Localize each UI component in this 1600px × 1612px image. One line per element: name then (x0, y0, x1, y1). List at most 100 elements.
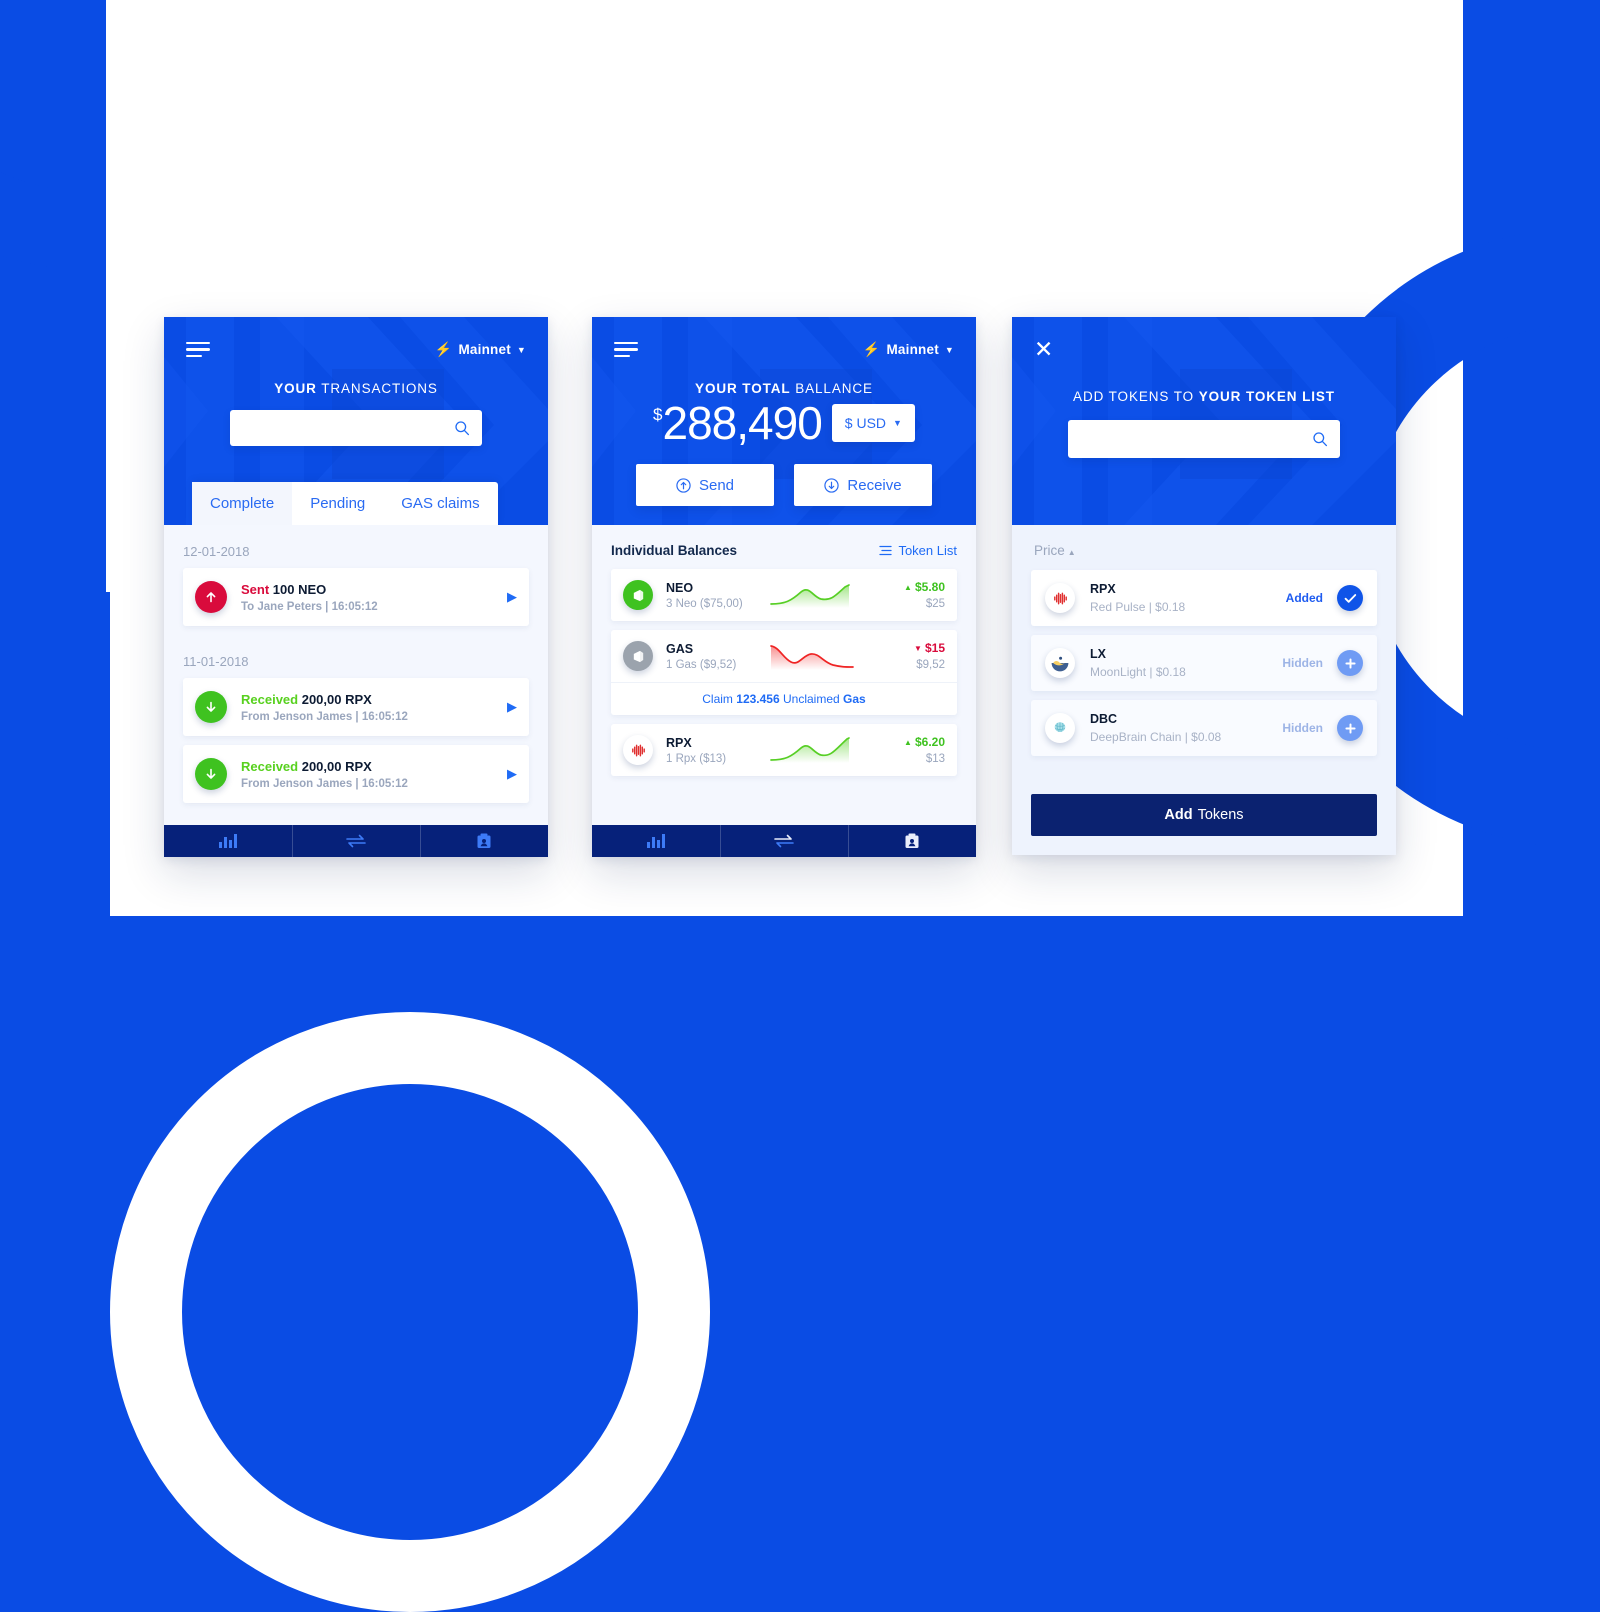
token-fiat: $9,52 (916, 659, 945, 671)
search-icon[interactable] (454, 420, 470, 436)
token-values: ▼ $15 $9,52 (879, 641, 945, 671)
close-icon[interactable]: ✕ (1034, 338, 1053, 361)
list-item[interactable]: DBC DeepBrain Chain | $0.08 Hidden (1031, 700, 1377, 756)
arrow-down-icon (195, 758, 227, 790)
status-badge: Added (1285, 591, 1323, 605)
token-delta-value: $6.20 (914, 735, 945, 749)
check-icon[interactable] (1337, 585, 1363, 611)
token-delta: ▲ $5.80 (879, 580, 945, 594)
transaction-text: Received 200,00 RPX From Jenson James | … (241, 759, 499, 790)
page-title-bold: YOUR TOKEN LIST (1198, 389, 1335, 404)
play-arrow-icon[interactable]: ▶ (507, 699, 517, 715)
caret-up-icon: ▲ (1067, 548, 1076, 557)
currency-symbol: $ (653, 405, 663, 424)
chevron-down-icon: ▼ (516, 344, 526, 355)
play-arrow-icon[interactable]: ▶ (507, 589, 517, 605)
price-sort-label: Price (1034, 543, 1065, 558)
search-box[interactable] (1068, 420, 1340, 458)
nav-contacts[interactable] (848, 825, 976, 857)
plus-icon[interactable] (1337, 715, 1363, 741)
transaction-meta: From Jenson James | 16:05:12 (241, 777, 408, 790)
address-book-icon (905, 833, 919, 848)
token-description: DeepBrain Chain | $0.08 (1090, 730, 1222, 744)
table-row[interactable]: Received 200,00 RPX From Jenson James | … (183, 745, 529, 803)
plus-icon[interactable] (1337, 650, 1363, 676)
arrow-up-circle-icon (676, 477, 691, 493)
nav-portfolio[interactable] (592, 825, 720, 857)
search-box[interactable] (230, 410, 482, 446)
tab-complete[interactable]: Complete (192, 482, 293, 525)
list-item[interactable]: RPX 1 Rpx ($13) ▲ $6.20 $13 (611, 724, 957, 776)
token-holdings: 1 Gas ($9,52) (666, 658, 737, 671)
list-item[interactable]: RPX Red Pulse | $0.18 Added (1031, 570, 1377, 626)
token-symbol: RPX (1090, 582, 1116, 596)
page-title-bold: YOUR TOTAL (695, 381, 791, 396)
network-selector[interactable]: ⚡ Mainnet ▼ (863, 341, 954, 358)
list-icon (879, 545, 893, 556)
add-tokens-button[interactable]: Add Tokens (1031, 794, 1377, 836)
table-row[interactable]: Received 200,00 RPX From Jenson James | … (183, 678, 529, 736)
list-item[interactable]: GAS 1 Gas ($9,52) ▼ $15 $9,52 Claim 123.… (611, 630, 957, 715)
total-balance: $ 288,490 (653, 400, 823, 446)
bolt-icon: ⚡ (862, 341, 881, 357)
network-selector[interactable]: ⚡ Mainnet ▼ (435, 341, 526, 358)
hamburger-icon[interactable] (614, 341, 638, 358)
token-row: NEO 3 Neo ($75,00) ▲ $5.80 $25 (611, 569, 957, 621)
table-row[interactable]: Sent 100 NEO To Jane Peters | 16:05:12 ▶ (183, 568, 529, 626)
status-badge: Hidden (1282, 721, 1323, 735)
token-sparkline (758, 735, 879, 765)
search-input[interactable] (242, 420, 454, 436)
page-title-rest: ADD TOKENS TO (1073, 389, 1199, 404)
tab-pending[interactable]: Pending (292, 482, 383, 525)
claim-post-label: Gas (843, 692, 866, 706)
moonlight-coin-icon (1045, 648, 1075, 678)
decorative-blue-left-block (0, 592, 110, 972)
nav-transfer[interactable] (292, 825, 420, 857)
transaction-counterparty: From Jenson James (241, 710, 353, 723)
bottom-navigation (164, 825, 548, 857)
search-input[interactable] (1080, 431, 1312, 447)
price-sort-control[interactable]: Price ▲ (1012, 525, 1396, 570)
transaction-time: 16:05:12 (361, 710, 408, 723)
send-receive-actions: Send Receive (592, 464, 976, 506)
nav-portfolio[interactable] (164, 825, 292, 857)
tab-gas-claims[interactable]: GAS claims (383, 482, 497, 525)
balance-header: ⚡ Mainnet ▼ YOUR TOTAL BALLANCE $ 288,49… (592, 317, 976, 525)
transaction-direction: Received (241, 758, 299, 774)
add-tokens-header: ✕ ADD TOKENS TO YOUR TOKEN LIST (1012, 317, 1396, 525)
send-button[interactable]: Send (636, 464, 774, 506)
transaction-text: Received 200,00 RPX From Jenson James | … (241, 692, 499, 723)
status-badge: Hidden (1282, 656, 1323, 670)
token-meta: RPX 1 Rpx ($13) (666, 736, 758, 765)
hamburger-icon[interactable] (186, 341, 210, 358)
rpx-coin-icon (623, 735, 653, 765)
search-container (164, 410, 548, 446)
page-title-rest: BALLANCE (795, 381, 873, 396)
send-button-label: Send (698, 476, 735, 494)
currency-selector[interactable]: $ USD ▼ (831, 404, 915, 442)
play-arrow-icon[interactable]: ▶ (507, 766, 517, 782)
search-icon[interactable] (1312, 431, 1328, 447)
bolt-icon: ⚡ (434, 341, 453, 357)
transactions-header: ⚡ Mainnet ▼ YOUR TRANSACTIONS Complete P… (164, 317, 548, 525)
token-symbol: NEO (666, 580, 694, 595)
transfer-arrows-icon (346, 834, 366, 848)
claim-pre-label: Claim (702, 692, 733, 706)
claim-gas-button[interactable]: Claim 123.456 Unclaimed Gas (611, 682, 957, 715)
arrow-up-icon (195, 581, 227, 613)
token-meta: LX MoonLight | $0.18 (1090, 647, 1282, 679)
receive-button[interactable]: Receive (794, 464, 932, 506)
token-description: Red Pulse | $0.18 (1090, 600, 1186, 614)
transaction-amount: 100 NEO (272, 581, 327, 597)
list-item[interactable]: LX MoonLight | $0.18 Hidden (1031, 635, 1377, 691)
transaction-amount: 200,00 RPX (301, 691, 372, 707)
nav-transfer[interactable] (720, 825, 848, 857)
token-fiat: $25 (925, 598, 945, 610)
token-list-link[interactable]: Token List (879, 543, 957, 558)
address-book-icon (477, 833, 491, 848)
token-values: ▲ $6.20 $13 (879, 735, 945, 765)
transactions-list: 12-01-2018 Sent 100 NEO To Jane Peters |… (164, 525, 548, 825)
list-item[interactable]: NEO 3 Neo ($75,00) ▲ $5.80 $25 (611, 569, 957, 621)
nav-contacts[interactable] (420, 825, 548, 857)
claim-mid-label: Unclaimed (783, 692, 840, 706)
